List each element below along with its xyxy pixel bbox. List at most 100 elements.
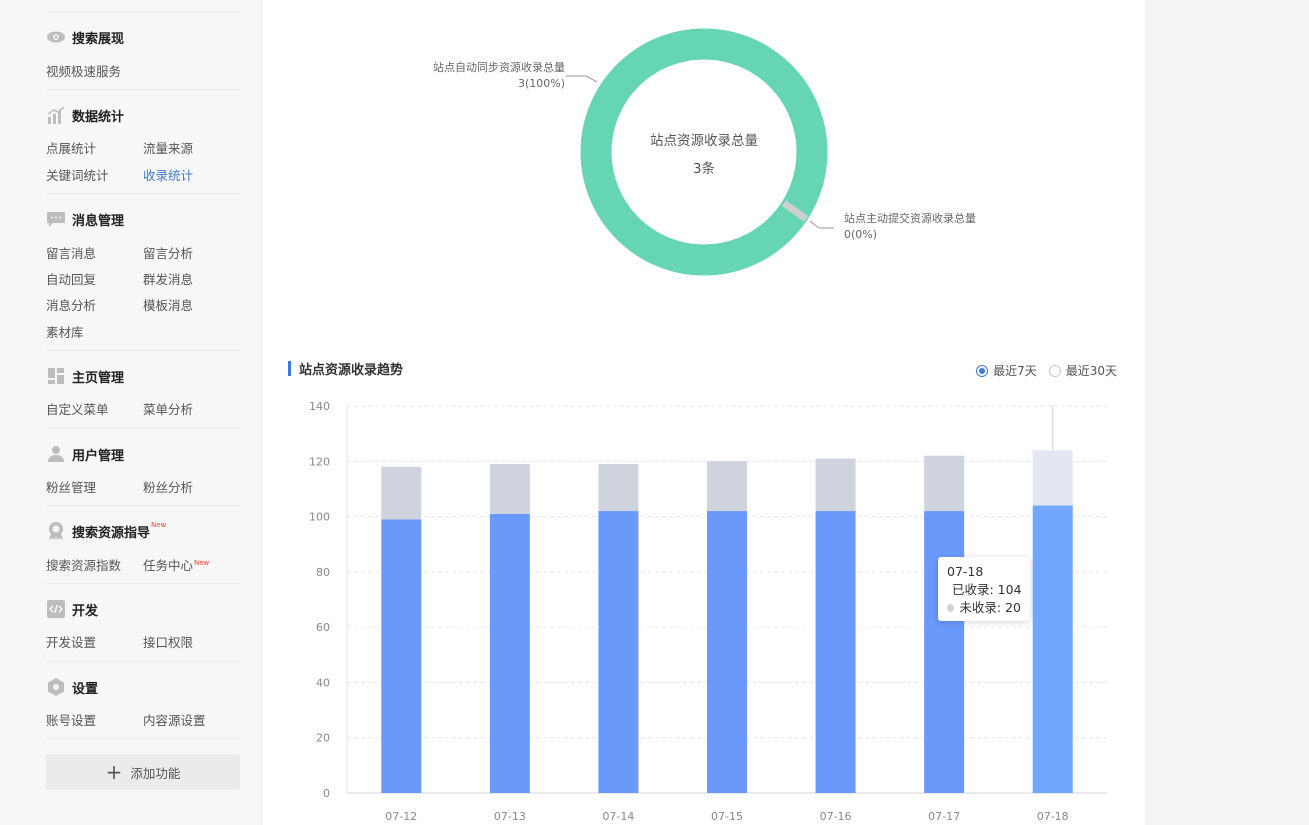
tooltip-date: 07-18	[947, 564, 984, 579]
sidebar-item-traffic-source[interactable]: 流量来源	[143, 138, 193, 157]
sidebar-item-keyword-stats[interactable]: 关键词统计	[46, 165, 109, 184]
sidebar-item-messages[interactable]: 留言消息	[46, 243, 96, 262]
sidebar-item-menu-analysis[interactable]: 菜单分析	[143, 399, 193, 418]
trend-title-text: 站点资源收录趋势	[299, 362, 404, 378]
section-title: 搜索资源指导	[72, 525, 151, 541]
section-title: 开发	[72, 603, 99, 619]
sidebar-item-message-analysis[interactable]: 留言分析	[143, 243, 193, 262]
radio-label: 最近7天	[993, 364, 1037, 378]
section-title: 数据统计	[72, 109, 125, 125]
radio-label: 最近30天	[1065, 364, 1117, 378]
sidebar-item-material-lib[interactable]: 素材库	[46, 322, 84, 341]
x-tick-label: 07-13	[494, 810, 526, 823]
section-search-guide: 搜索资源指导 New	[46, 520, 166, 542]
app-root: 搜索展现 视频极速服务 数据统计 点展统计 流量来源 关键词统计 收录统计 消息…	[0, 0, 1309, 825]
section-users: 用户管理	[46, 443, 124, 465]
divider	[46, 193, 240, 194]
section-data-stats: 数据统计	[46, 104, 124, 126]
sidebar-item-broadcast[interactable]: 群发消息	[143, 269, 193, 288]
bar-not-indexed	[815, 458, 856, 512]
tooltip-row-not-indexed: 未收录: 20	[947, 599, 1021, 617]
donut-label-auto-value: 3(100%)	[517, 77, 565, 90]
bar-indexed	[381, 519, 422, 793]
y-tick-label: 40	[316, 676, 330, 689]
section-messages: 消息管理	[46, 208, 124, 230]
sidebar: 搜索展现 视频极速服务 数据统计 点展统计 流量来源 关键词统计 收录统计 消息…	[0, 0, 262, 825]
chart-tooltip: 07-18 已收录: 104 未收录: 20	[938, 557, 1030, 621]
bar-not-indexed	[1032, 450, 1073, 506]
donut-leader-right	[809, 220, 834, 229]
donut-label-auto-name: 站点自动同步资源收录总量	[433, 61, 565, 74]
bar-indexed	[489, 513, 530, 793]
sidebar-item-msg-analysis[interactable]: 消息分析	[46, 295, 96, 314]
bar-not-indexed	[924, 455, 965, 512]
section-settings: 设置	[46, 676, 98, 698]
sidebar-item-api-permission[interactable]: 接口权限	[143, 632, 193, 651]
x-tick-label: 07-17	[928, 810, 960, 823]
radio-checked-icon	[976, 364, 989, 377]
eye-icon	[46, 27, 66, 47]
sidebar-item-display-stats[interactable]: 点展统计	[46, 138, 96, 157]
chart-icon	[46, 105, 66, 125]
y-tick-label: 80	[316, 566, 330, 579]
y-tick-label: 0	[323, 787, 330, 800]
sidebar-item-task-center[interactable]: 任务中心New	[143, 555, 209, 574]
radio-30-days[interactable]: 最近30天	[1048, 362, 1117, 379]
sidebar-item-index-stats[interactable]: 收录统计	[143, 165, 193, 184]
divider	[46, 89, 240, 90]
bar-indexed	[1032, 505, 1073, 793]
sidebar-item-content-source[interactable]: 内容源设置	[143, 710, 206, 729]
bar-indexed	[924, 511, 965, 793]
donut-center-value: 3条	[692, 161, 716, 177]
title-accent-bar	[288, 360, 291, 376]
donut-label-manual: 站点主动提交资源收录总量 0(0%)	[844, 211, 976, 243]
plus-icon: +	[105, 760, 123, 784]
donut-label-manual-value: 0(0%)	[844, 228, 878, 241]
range-radio-group: 最近7天 最近30天	[964, 362, 1117, 379]
x-tick-label: 07-16	[820, 810, 852, 823]
add-feature-label: 添加功能	[130, 765, 181, 781]
badge-icon	[46, 521, 66, 541]
section-dev: 开发	[46, 598, 98, 620]
x-tick-label: 07-18	[1037, 810, 1069, 823]
section-title: 主页管理	[72, 370, 125, 386]
new-badge: New	[194, 559, 210, 567]
y-tick-label: 100	[309, 511, 330, 524]
link-label: 任务中心	[143, 558, 194, 573]
sidebar-item-video-service[interactable]: 视频极速服务	[46, 61, 121, 80]
x-tick-label: 07-12	[385, 810, 417, 823]
donut-slice-auto	[580, 28, 828, 276]
bar-not-indexed	[598, 464, 639, 512]
radio-unchecked-icon	[1048, 364, 1061, 377]
sidebar-item-auto-reply[interactable]: 自动回复	[46, 269, 96, 288]
add-feature-button[interactable]: + 添加功能	[46, 754, 240, 790]
main-panel: 站点资源收录总量 3条 站点自动同步资源收录总量 3(100%) 站点主动提交资…	[262, 0, 1145, 825]
section-title: 搜索展现	[72, 31, 125, 47]
x-tick-label: 07-14	[602, 810, 634, 823]
tooltip-row-indexed: 已收录: 104	[947, 581, 1022, 599]
tooltip-not-indexed-text: 未收录: 20	[959, 600, 1021, 615]
sidebar-item-resource-index[interactable]: 搜索资源指数	[46, 555, 121, 574]
y-tick-label: 20	[316, 732, 330, 745]
bar-indexed	[815, 511, 856, 793]
code-icon	[46, 599, 66, 619]
user-icon	[46, 444, 66, 464]
sidebar-item-custom-menu[interactable]: 自定义菜单	[46, 399, 109, 418]
divider	[46, 661, 240, 662]
sidebar-item-fans-analysis[interactable]: 粉丝分析	[143, 477, 193, 496]
sidebar-item-template-msg[interactable]: 模板消息	[143, 295, 193, 314]
trend-title: 站点资源收录趋势	[288, 359, 404, 378]
y-tick-label: 60	[316, 621, 330, 634]
y-tick-label: 120	[309, 455, 330, 468]
message-icon	[46, 209, 66, 229]
donut-label-manual-name: 站点主动提交资源收录总量	[844, 212, 976, 225]
sidebar-item-dev-settings[interactable]: 开发设置	[46, 632, 96, 651]
radio-7-days[interactable]: 最近7天	[976, 362, 1037, 379]
sidebar-item-account-settings[interactable]: 账号设置	[46, 710, 96, 729]
sidebar-item-fans-manage[interactable]: 粉丝管理	[46, 477, 96, 496]
bar-indexed	[707, 511, 747, 793]
section-title: 设置	[72, 681, 99, 697]
section-homepage: 主页管理	[46, 365, 124, 387]
layout-icon	[46, 366, 66, 386]
bar-not-indexed	[707, 461, 747, 512]
